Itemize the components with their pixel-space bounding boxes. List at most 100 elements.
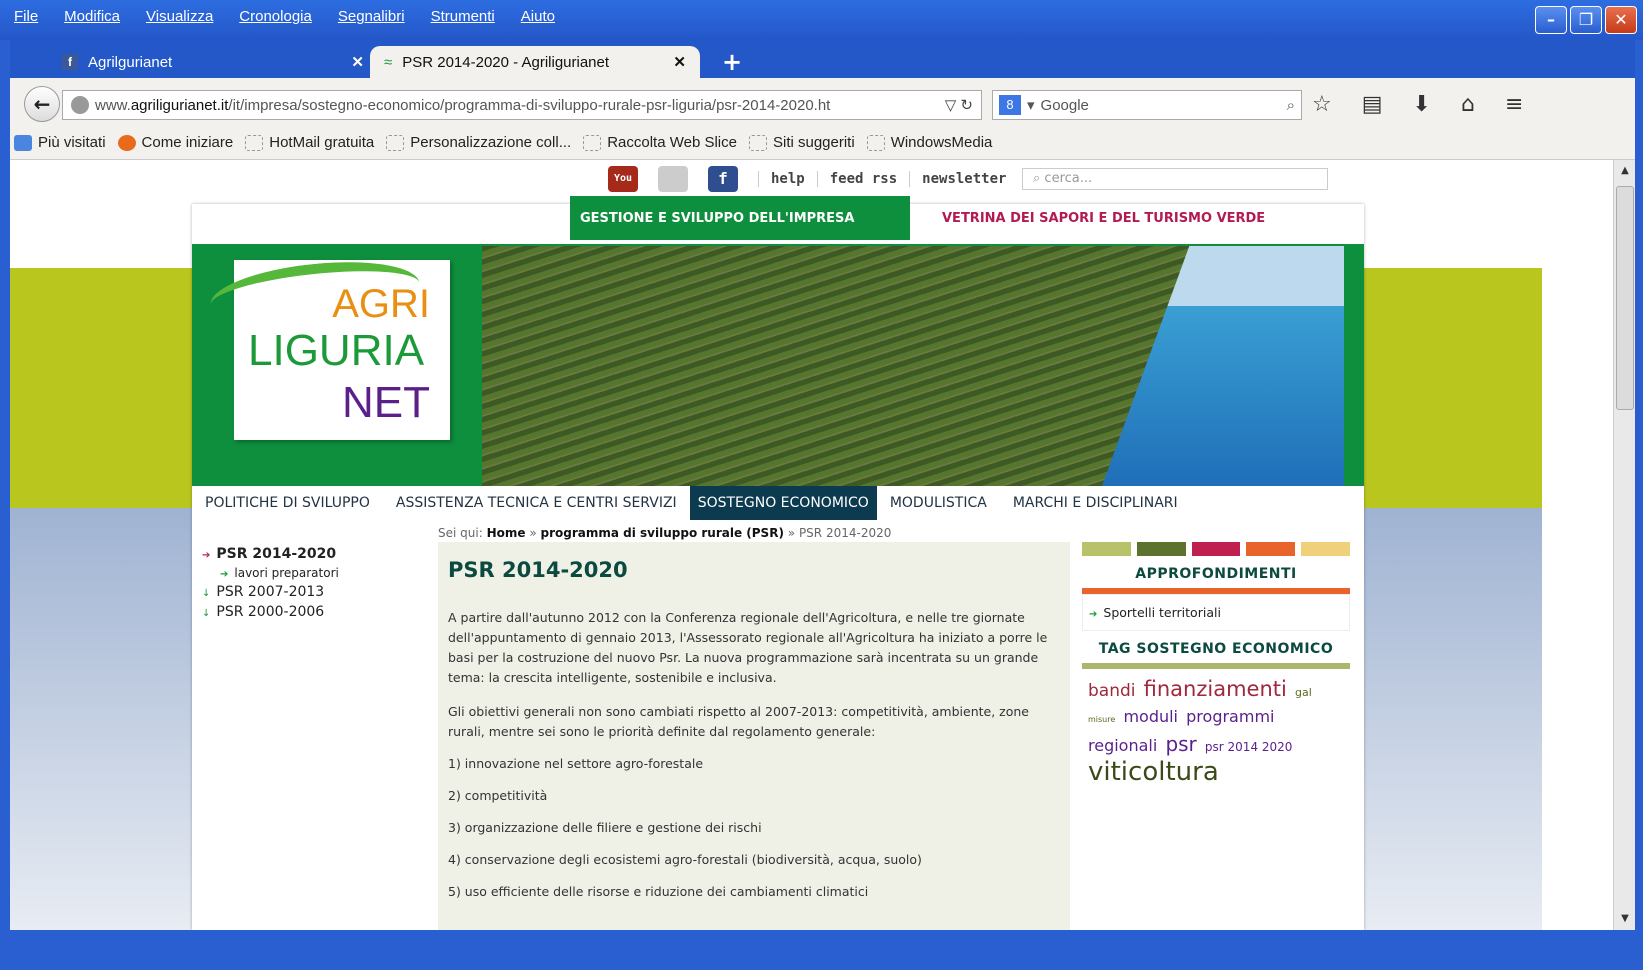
google-icon[interactable]: 8	[999, 95, 1021, 115]
bookmark-item[interactable]: Raccolta Web Slice	[583, 134, 737, 151]
arrow-icon: ↓	[202, 608, 211, 619]
close-tab-icon[interactable]: ✕	[351, 53, 364, 71]
restore-button[interactable]: ❐	[1570, 6, 1602, 34]
top-links: You f help feed rss newsletter	[608, 166, 1018, 192]
bookmark-item[interactable]: HotMail gratuita	[245, 134, 374, 151]
tab-vetrina-sapori[interactable]: VETRINA DEI SAPORI E DEL TURISMO VERDE	[910, 196, 1293, 240]
close-tab-icon[interactable]: ✕	[673, 53, 686, 71]
tag-link[interactable]: psr 2014 2020	[1205, 740, 1293, 754]
menu-cronologia[interactable]: Cronologia	[239, 8, 312, 25]
tag-link[interactable]: moduli	[1123, 707, 1178, 726]
nav-modulistica[interactable]: MODULISTICA	[877, 486, 1000, 520]
arrow-icon: ↓	[202, 588, 211, 599]
bookmarks-bar: Più visitati Come iniziare HotMail gratu…	[10, 126, 1635, 160]
bookmark-item[interactable]: Più visitati	[14, 134, 106, 151]
tag-link[interactable]: finanziamenti	[1144, 677, 1287, 701]
menu-strumenti[interactable]: Strumenti	[431, 8, 495, 25]
page-viewport: You f help feed rss newsletter ⌕ cerca..…	[10, 160, 1635, 930]
tag-link[interactable]: regionali	[1088, 736, 1157, 755]
agriligurianet-logo[interactable]: AGRI LIGURIA NET	[207, 253, 450, 440]
right-sidebar: APPROFONDIMENTI ➔ Sportelli territoriali …	[1082, 542, 1350, 797]
leftnav-label: PSR 2000-2006	[216, 604, 325, 620]
folder-icon	[14, 134, 32, 151]
color-swatches	[1082, 542, 1350, 556]
breadcrumb: Sei qui: Home » programma di sviluppo ru…	[438, 526, 891, 540]
leftnav-psr-2014-2020[interactable]: ➔ PSR 2014-2020	[202, 546, 422, 562]
swatch	[1191, 542, 1241, 556]
bookmark-label: Come iniziare	[141, 134, 234, 151]
tag-link[interactable]: gal	[1295, 686, 1312, 699]
tag-link[interactable]: viticoltura	[1088, 757, 1219, 787]
back-button[interactable]: ←	[24, 86, 60, 122]
bookmark-item[interactable]: WindowsMedia	[866, 134, 992, 151]
youtube-icon[interactable]: You	[608, 166, 638, 192]
page-icon	[583, 134, 602, 151]
bookmark-star-icon[interactable]: ☆	[1312, 92, 1332, 117]
menu-icon[interactable]: ≡	[1505, 92, 1523, 117]
flickr-icon[interactable]	[658, 166, 688, 192]
sportelli-territoriali-link[interactable]: Sportelli territoriali	[1103, 605, 1221, 620]
page-icon	[748, 134, 767, 151]
search-engine-label: Google	[1040, 96, 1089, 114]
new-tab-button[interactable]: +	[722, 48, 742, 76]
tag-link[interactable]: misure	[1088, 715, 1115, 724]
nav-sostegno-economico[interactable]: SOSTEGNO ECONOMICO	[689, 486, 877, 520]
arrow-icon: ➔	[1089, 609, 1098, 620]
list-item: 4) conservazione degli ecosistemi agro-f…	[448, 852, 922, 867]
reload-icon[interactable]: ▽ ↻	[937, 96, 973, 114]
tag-link[interactable]: psr	[1165, 732, 1196, 756]
tag-heading: TAG SOSTEGNO ECONOMICO	[1098, 641, 1334, 657]
nav-marchi-disciplinari[interactable]: MARCHI E DISCIPLINARI	[1000, 486, 1191, 520]
help-link[interactable]: help	[758, 171, 817, 187]
scroll-thumb[interactable]	[1616, 186, 1634, 410]
download-icon[interactable]: ⬇	[1413, 92, 1431, 117]
leftnav-label: PSR 2014-2020	[216, 546, 337, 562]
leftnav-lavori-preparatori[interactable]: ➔ lavori preparatori	[202, 566, 422, 580]
tag-link[interactable]: bandi	[1088, 681, 1136, 701]
home-icon[interactable]: ⌂	[1461, 92, 1475, 117]
tab-agriligurianet-facebook[interactable]: f Agrilgurianet ✕	[48, 46, 378, 78]
tab-gestione-impresa[interactable]: GESTIONE E SVILUPPO DELL'IMPRESA	[570, 196, 910, 240]
tab-label: Agrilgurianet	[88, 53, 173, 71]
minimize-button[interactable]: –	[1535, 6, 1567, 34]
site-search-input[interactable]: ⌕ cerca...	[1022, 168, 1328, 190]
url-bar[interactable]: www. agriligurianet.it/it/impresa/sostegn…	[62, 90, 982, 120]
search-icon[interactable]: ⌕	[1287, 97, 1295, 114]
vertical-scrollbar[interactable]: ▲ ▼	[1613, 160, 1635, 930]
search-bar[interactable]: 8 ▾ Google ⌕	[992, 90, 1302, 120]
menu-visualizza[interactable]: Visualizza	[146, 8, 213, 25]
menu-modifica[interactable]: Modifica	[64, 8, 120, 25]
bookmark-label: HotMail gratuita	[269, 134, 375, 151]
main-nav: POLITICHE DI SVILUPPO ASSISTENZA TECNICA…	[192, 486, 1364, 520]
scroll-up-icon[interactable]: ▲	[1616, 162, 1634, 180]
newsletter-link[interactable]: newsletter	[909, 171, 1018, 187]
close-window-button[interactable]: ✕	[1605, 6, 1637, 34]
bookmark-item[interactable]: Come iniziare	[117, 134, 234, 151]
list-item: 3) organizzazione delle filiere e gestio…	[448, 820, 762, 835]
tag-link[interactable]: programmi	[1186, 707, 1274, 726]
bookmark-item[interactable]: Personalizzazione coll...	[386, 134, 571, 151]
bookmark-label: Raccolta Web Slice	[607, 134, 737, 151]
swatch	[1082, 542, 1131, 556]
reading-list-icon[interactable]: ▤	[1362, 92, 1383, 117]
url-path: /it/impresa/sostegno-economico/programma…	[228, 96, 831, 114]
leftnav-psr-2007-2013[interactable]: ↓ PSR 2007-2013	[202, 584, 422, 600]
menu-segnalibri[interactable]: Segnalibri	[338, 8, 405, 25]
menu-aiuto[interactable]: Aiuto	[521, 8, 555, 25]
bookmark-item[interactable]: Siti suggeriti	[748, 134, 855, 151]
breadcrumb-psr[interactable]: programma di sviluppo rurale (PSR)	[541, 526, 784, 540]
site-section-tabs: GESTIONE E SVILUPPO DELL'IMPRESA VETRINA…	[570, 196, 1293, 240]
nav-politiche-sviluppo[interactable]: POLITICHE DI SVILUPPO	[192, 486, 383, 520]
menu-file[interactable]: File	[14, 8, 38, 25]
scroll-down-icon[interactable]: ▼	[1616, 910, 1634, 928]
toolbar-icons: ☆ ▤ ⬇ ⌂ ≡	[1312, 92, 1523, 117]
leftnav-psr-2000-2006[interactable]: ↓ PSR 2000-2006	[202, 604, 422, 620]
breadcrumb-current: PSR 2014-2020	[798, 526, 892, 540]
breadcrumb-home[interactable]: Home	[487, 526, 526, 540]
feed-rss-link[interactable]: feed rss	[816, 171, 909, 187]
bookmark-label: Più visitati	[38, 134, 106, 151]
facebook-icon[interactable]: f	[708, 166, 738, 192]
dropdown-icon[interactable]: ▾	[1027, 96, 1035, 114]
tab-psr-2014-2020[interactable]: ≈ PSR 2014-2020 - Agriligurianet ✕	[370, 46, 700, 78]
nav-assistenza-tecnica[interactable]: ASSISTENZA TECNICA E CENTRI SERVIZI	[383, 486, 690, 520]
